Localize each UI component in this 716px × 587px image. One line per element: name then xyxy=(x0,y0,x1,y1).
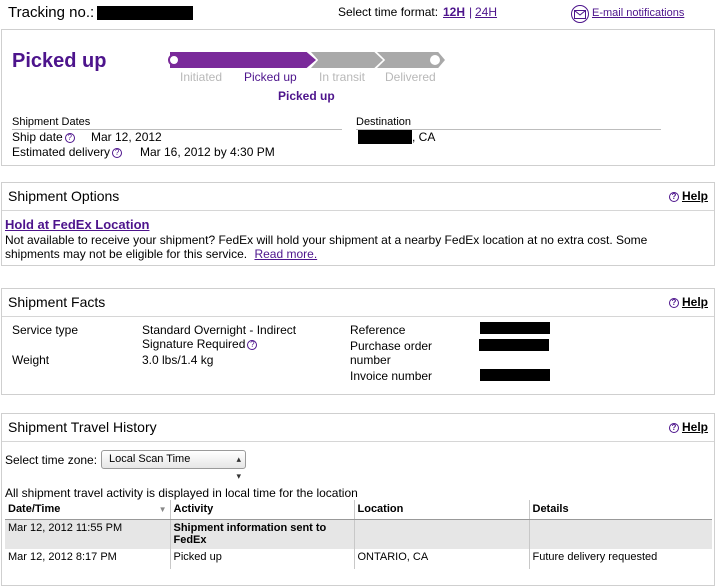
cell-location: ONTARIO, CA xyxy=(354,549,530,569)
reference-label: Reference xyxy=(350,323,406,337)
question-mark-icon: ? xyxy=(668,298,679,308)
time-zone-label: Select time zone: xyxy=(5,453,98,467)
travel-history-help-link[interactable]: ? Help xyxy=(667,420,708,434)
service-type-value: Standard Overnight - Indirect xyxy=(142,323,297,337)
weight-value: 3.0 lbs/1.4 kg xyxy=(142,353,214,367)
history-note: All shipment travel activity is displaye… xyxy=(5,486,358,500)
travel-history-title: Shipment Travel History xyxy=(8,419,157,435)
time-format-separator: | xyxy=(469,5,473,19)
tracking-number-redacted xyxy=(97,6,193,20)
question-mark-icon: ? xyxy=(668,192,679,202)
po-label-line2: number xyxy=(350,353,391,367)
shipment-facts-help-link[interactable]: ? Help xyxy=(667,295,708,309)
step-delivered: Delivered xyxy=(385,70,436,84)
weight-label: Weight xyxy=(12,353,50,367)
table-header-row: Date/Time ▼ Activity Location Details xyxy=(5,500,712,520)
shipment-options-panel: Shipment Options ? Help Hold at FedEx Loc… xyxy=(1,182,715,266)
time-format-24h-link[interactable]: 24H xyxy=(475,5,497,19)
time-zone-value: Local Scan Time xyxy=(109,453,191,465)
question-mark-icon[interactable]: ? xyxy=(64,133,75,143)
cell-details xyxy=(529,519,712,549)
column-header-activity[interactable]: Activity xyxy=(170,500,355,520)
status-title: Picked up xyxy=(12,50,107,72)
table-row: Mar 12, 2012 8:17 PM Picked up ONTARIO, … xyxy=(5,549,712,569)
column-header-datetime[interactable]: Date/Time ▼ xyxy=(5,500,171,520)
cell-datetime: Mar 12, 2012 8:17 PM xyxy=(5,549,171,569)
progress-segment-in-transit xyxy=(311,52,383,68)
column-label: Date/Time xyxy=(8,503,61,516)
email-notifications-link[interactable]: E-mail notifications xyxy=(592,7,684,19)
hold-description: Not available to receive your shipment? … xyxy=(5,233,705,261)
shipment-facts-panel: Shipment Facts ? Help Service type Standa… xyxy=(1,288,715,395)
select-arrows-icon: ▴ ▾ xyxy=(236,454,241,481)
cell-location xyxy=(354,519,530,549)
tracking-number-label: Tracking no.: xyxy=(8,4,95,21)
progress-start-dot xyxy=(168,54,180,66)
hold-description-text: Not available to receive your shipment? … xyxy=(5,233,648,261)
hold-at-fedex-location-link[interactable]: Hold at FedEx Location xyxy=(5,217,149,232)
signature-value: Signature Required xyxy=(142,337,246,351)
destination-heading: Destination xyxy=(356,116,412,128)
current-step-label: Picked up xyxy=(278,89,335,103)
invoice-label: Invoice number xyxy=(350,369,433,383)
read-more-link[interactable]: Read more. xyxy=(254,247,317,261)
ship-date-value: Mar 12, 2012 xyxy=(91,130,162,144)
invoice-redacted xyxy=(480,369,550,381)
shipment-options-title: Shipment Options xyxy=(8,188,120,204)
cell-activity: Picked up xyxy=(170,549,355,569)
progress-segment-picked-up xyxy=(238,52,316,68)
time-format-12h-link[interactable]: 12H xyxy=(443,5,465,19)
est-delivery-row: Estimated delivery? xyxy=(12,145,123,159)
shipment-dates-heading: Shipment Dates xyxy=(12,116,91,128)
help-label: Help xyxy=(681,420,708,434)
help-label: Help xyxy=(681,295,708,309)
travel-history-table: Date/Time ▼ Activity Location Details Mar… xyxy=(5,500,712,569)
step-initiated: Initiated xyxy=(180,70,223,84)
destination-value: , CA xyxy=(412,130,436,144)
shipment-options-help-link[interactable]: ? Help xyxy=(667,189,708,203)
cell-activity: Shipment information sent to FedEx xyxy=(170,519,355,549)
reference-redacted xyxy=(480,322,550,334)
cell-details: Future delivery requested xyxy=(529,549,712,569)
envelope-icon[interactable] xyxy=(571,5,589,23)
progress-end-dot xyxy=(430,55,440,65)
question-mark-icon[interactable]: ? xyxy=(112,148,123,158)
cell-datetime: Mar 12, 2012 11:55 PM xyxy=(5,519,171,549)
question-mark-icon: ? xyxy=(668,423,679,433)
step-picked-up: Picked up xyxy=(244,70,297,84)
column-label: Location xyxy=(357,503,404,516)
travel-history-header: Shipment Travel History ? Help xyxy=(2,414,714,442)
po-label-line1: Purchase order xyxy=(350,339,433,353)
shipment-facts-header: Shipment Facts ? Help xyxy=(2,289,714,317)
est-delivery-label: Estimated delivery xyxy=(12,145,111,159)
column-header-details[interactable]: Details xyxy=(529,500,712,520)
tracking-header: Tracking no.: Select time format: 12H | … xyxy=(0,0,716,26)
sort-down-icon: ▼ xyxy=(158,505,167,515)
ship-date-row: Ship date? xyxy=(12,130,75,144)
time-format-label: Select time format: xyxy=(338,5,439,19)
question-mark-icon[interactable]: ? xyxy=(247,340,258,350)
est-delivery-value: Mar 16, 2012 by 4:30 PM xyxy=(140,145,275,159)
column-label: Details xyxy=(532,503,569,516)
ship-date-label: Ship date xyxy=(12,130,63,144)
travel-history-panel: Shipment Travel History ? Help Select tim… xyxy=(1,413,715,586)
signature-row: Signature Required? xyxy=(142,337,258,351)
column-header-location[interactable]: Location xyxy=(354,500,530,520)
status-panel: Picked up Initiated Picked up In transit… xyxy=(1,29,715,166)
table-row: Mar 12, 2012 11:55 PM Shipment informati… xyxy=(5,519,712,549)
po-number-redacted xyxy=(479,339,549,351)
progress-bar xyxy=(168,52,446,72)
shipment-facts-title: Shipment Facts xyxy=(8,294,106,310)
destination-city-redacted xyxy=(358,130,412,144)
help-label: Help xyxy=(681,189,708,203)
shipment-options-header: Shipment Options ? Help xyxy=(2,183,714,211)
step-in-transit: In transit xyxy=(319,70,366,84)
column-label: Activity xyxy=(173,503,214,516)
time-zone-select[interactable]: Local Scan Time ▴ ▾ xyxy=(101,450,246,481)
service-type-label: Service type xyxy=(12,323,79,337)
